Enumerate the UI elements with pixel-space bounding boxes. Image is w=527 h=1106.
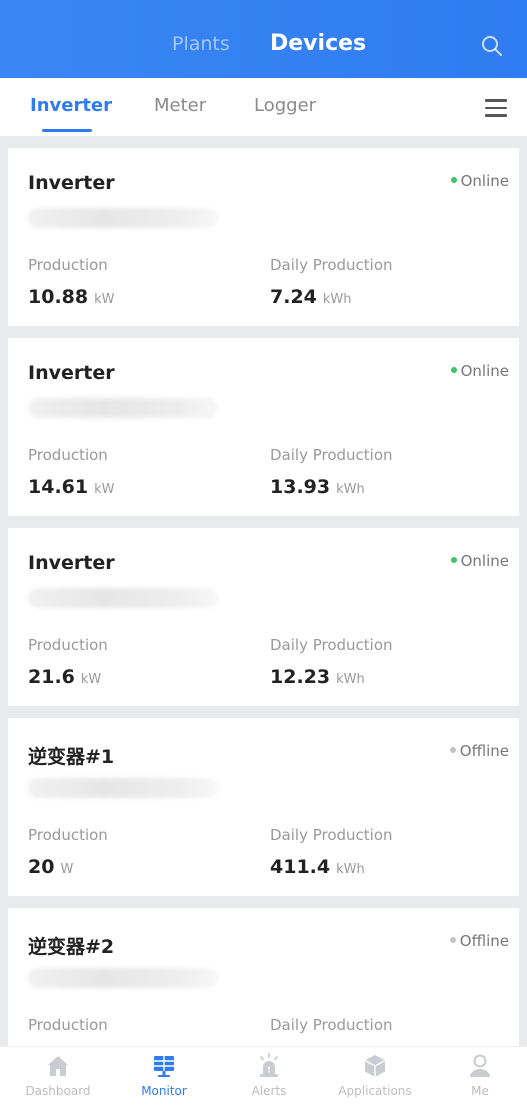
- production-value: 14.61 kW: [28, 476, 115, 498]
- device-serial-redacted: [28, 398, 218, 418]
- device-card[interactable]: 逆变器#1 Offline Production 20 W Daily Produ…: [8, 718, 519, 896]
- nav-me[interactable]: Me: [430, 1053, 527, 1098]
- menu-icon[interactable]: [485, 99, 507, 117]
- production-value: 21.6 kW: [28, 666, 102, 688]
- device-serial-redacted: [28, 968, 218, 988]
- daily-production-label: Daily Production: [270, 1016, 393, 1034]
- monitor-icon: [154, 1056, 174, 1077]
- nav-label: Monitor: [141, 1084, 187, 1098]
- production-label: Production: [28, 256, 108, 274]
- subtab-meter[interactable]: Meter: [154, 95, 206, 116]
- nav-label: Me: [471, 1084, 489, 1098]
- nav-monitor[interactable]: Monitor: [114, 1053, 214, 1098]
- status-dot: [449, 936, 456, 943]
- nav-label: Applications: [338, 1084, 412, 1098]
- production-label: Production: [28, 446, 108, 464]
- daily-production-value: 13.93 kWh: [270, 476, 365, 498]
- device-card[interactable]: Inverter Online Production 14.61 kW Daily…: [8, 338, 519, 516]
- nav-alerts[interactable]: ! Alerts: [219, 1053, 319, 1098]
- daily-production-label: Daily Production: [270, 826, 393, 844]
- device-name: 逆变器#1: [28, 746, 115, 768]
- top-header: Plants Devices: [0, 0, 527, 78]
- production-label: Production: [28, 826, 108, 844]
- tab-plants[interactable]: Plants: [172, 33, 230, 55]
- device-name: Inverter: [28, 172, 115, 194]
- search-icon[interactable]: [480, 34, 504, 58]
- daily-production-label: Daily Production: [270, 256, 393, 274]
- status-badge: Online: [450, 552, 509, 570]
- svg-text:!: !: [267, 1066, 271, 1075]
- subtab-inverter[interactable]: Inverter: [30, 95, 112, 116]
- daily-production-label: Daily Production: [270, 636, 393, 654]
- status-badge: Online: [450, 362, 509, 380]
- nav-applications[interactable]: Applications: [325, 1053, 425, 1098]
- home-icon: [48, 1056, 68, 1076]
- status-badge: Offline: [449, 932, 509, 950]
- status-badge: Online: [450, 172, 509, 190]
- production-value: 10.88 kW: [28, 286, 115, 308]
- production-label: Production: [28, 636, 108, 654]
- alarm-icon: !: [260, 1053, 278, 1077]
- status-dot: [449, 746, 456, 753]
- daily-production-label: Daily Production: [270, 446, 393, 464]
- status-badge: Offline: [449, 742, 509, 760]
- production-label: Production: [28, 1016, 108, 1034]
- device-serial-redacted: [28, 208, 218, 228]
- nav-label: Alerts: [251, 1084, 287, 1098]
- device-card[interactable]: Inverter Online Production 21.6 kW Daily …: [8, 528, 519, 706]
- status-dot: [450, 176, 457, 183]
- nav-label: Dashboard: [25, 1084, 91, 1098]
- status-dot: [450, 556, 457, 563]
- daily-production-value: 411.4 kWh: [270, 856, 365, 878]
- device-name: 逆变器#2: [28, 936, 115, 958]
- production-value: 20 W: [28, 856, 74, 878]
- user-icon: [470, 1054, 490, 1077]
- bottom-nav: Dashboard Monitor ! Alerts Applications …: [0, 1046, 527, 1106]
- device-name: Inverter: [28, 362, 115, 384]
- daily-production-value: 7.24 kWh: [270, 286, 352, 308]
- device-card[interactable]: Inverter Online Production 10.88 kW Daily…: [8, 148, 519, 326]
- device-card[interactable]: 逆变器#2 Offline Production Daily Productio…: [8, 908, 519, 1046]
- device-serial-redacted: [28, 778, 218, 798]
- nav-dashboard[interactable]: Dashboard: [8, 1053, 108, 1098]
- device-name: Inverter: [28, 552, 115, 574]
- tab-devices[interactable]: Devices: [270, 31, 366, 56]
- subtab-logger[interactable]: Logger: [254, 95, 316, 116]
- active-tab-underline: [42, 129, 92, 132]
- cube-icon: [364, 1055, 386, 1077]
- status-dot: [450, 366, 457, 373]
- device-serial-redacted: [28, 588, 218, 608]
- device-type-tabs: Inverter Meter Logger: [0, 78, 527, 136]
- daily-production-value: 12.23 kWh: [270, 666, 365, 688]
